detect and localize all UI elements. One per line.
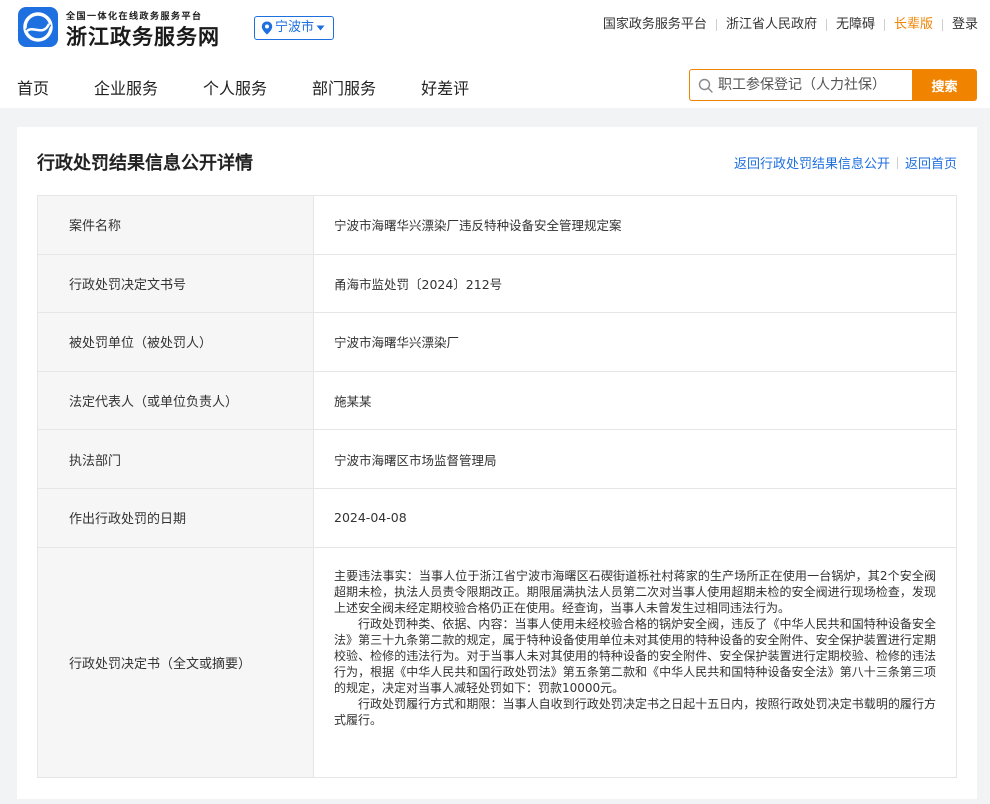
- divider: [896, 156, 898, 169]
- row-label: 案件名称: [38, 196, 314, 254]
- search-bar: 搜索: [689, 69, 977, 101]
- row-label: 行政处罚决定书（全文或摘要）: [38, 547, 314, 777]
- nav-personal-services[interactable]: 个人服务: [203, 75, 267, 99]
- back-links: 返回行政处罚结果信息公开 返回首页: [734, 153, 957, 172]
- city-label: 宁波市: [275, 20, 315, 35]
- detail-card: 行政处罚结果信息公开详情 返回行政处罚结果信息公开 返回首页 案件名称 宁波市海…: [17, 127, 977, 799]
- search-box: [689, 69, 912, 101]
- row-value: 2024-04-08: [314, 488, 957, 547]
- decision-paragraph-basis: 行政处罚种类、依据、内容：当事人使用未经校验合格的锅炉安全阀，违反了《中华人民共…: [334, 616, 936, 695]
- back-to-list-link[interactable]: 返回行政处罚结果信息公开: [734, 153, 890, 172]
- row-label: 执法部门: [38, 430, 314, 488]
- site-logo-icon[interactable]: [18, 7, 58, 47]
- row-value: 施某某: [314, 371, 957, 430]
- top-header: 全国一体化在线政务服务平台 浙江政务服务网 宁波市 国家政务服务平台 浙江省人民…: [0, 0, 990, 108]
- row-label: 法定代表人（或单位负责人）: [38, 371, 314, 430]
- back-to-home-link[interactable]: 返回首页: [905, 153, 957, 172]
- decision-paragraph-facts: 主要违法事实：当事人位于浙江省宁波市海曙区石碶街道栎社村蒋家的生产场所正在使用一…: [334, 568, 936, 615]
- page-title: 行政处罚结果信息公开详情: [37, 153, 253, 174]
- nav-home[interactable]: 首页: [17, 75, 49, 99]
- logo-title[interactable]: 浙江政务服务网: [66, 21, 220, 51]
- table-row: 行政处罚决定文书号 甬海市监处罚〔2024〕212号: [38, 254, 957, 314]
- row-value: 宁波市海曙区市场监督管理局: [314, 430, 957, 488]
- row-label: 行政处罚决定文书号: [38, 254, 314, 313]
- table-row: 被处罚单位（被处罚人） 宁波市海曙华兴漂染厂: [38, 313, 957, 372]
- link-national-platform[interactable]: 国家政务服务平台: [594, 17, 716, 33]
- table-row: 案件名称 宁波市海曙华兴漂染厂违反特种设备安全管理规定案: [38, 196, 957, 255]
- table-row-decision: 行政处罚决定书（全文或摘要） 主要违法事实：当事人位于浙江省宁波市海曙区石碶街道…: [38, 547, 957, 778]
- detail-table: 案件名称 宁波市海曙华兴漂染厂违反特种设备安全管理规定案 行政处罚决定文书号 甬…: [37, 195, 957, 778]
- decision-content: 主要违法事实：当事人位于浙江省宁波市海曙区石碶街道栎社村蒋家的生产场所正在使用一…: [314, 547, 957, 777]
- row-value: 宁波市海曙华兴漂染厂: [314, 313, 957, 371]
- link-elder-version[interactable]: 长辈版: [885, 17, 942, 33]
- row-value: 宁波市海曙华兴漂染厂违反特种设备安全管理规定案: [314, 196, 957, 254]
- table-row: 法定代表人（或单位负责人） 施某某: [38, 371, 957, 431]
- search-icon: [698, 78, 713, 93]
- nav-department-services[interactable]: 部门服务: [312, 75, 376, 99]
- row-label: 被处罚单位（被处罚人）: [38, 313, 314, 371]
- row-label: 作出行政处罚的日期: [38, 488, 314, 547]
- main-nav: 首页 企业服务 个人服务 部门服务 好差评: [17, 75, 514, 99]
- decision-paragraph-execution: 行政处罚履行方式和期限：当事人自收到行政处罚决定书之日起十五日内，按照行政处罚决…: [334, 696, 936, 727]
- nav-enterprise-services[interactable]: 企业服务: [94, 75, 158, 99]
- login-link[interactable]: 登录: [943, 17, 978, 33]
- search-input[interactable]: [718, 77, 908, 93]
- table-row: 执法部门 宁波市海曙区市场监督管理局: [38, 430, 957, 489]
- table-row: 作出行政处罚的日期 2024-04-08: [38, 488, 957, 548]
- search-button[interactable]: 搜索: [912, 69, 977, 101]
- link-zhejiang-government[interactable]: 浙江省人民政府: [717, 17, 826, 33]
- link-accessibility[interactable]: 无障碍: [827, 17, 884, 33]
- row-value: 甬海市监处罚〔2024〕212号: [314, 254, 957, 313]
- nav-feedback[interactable]: 好差评: [421, 75, 469, 99]
- caret-down-icon: [316, 25, 325, 31]
- location-pin-icon: [261, 21, 273, 35]
- city-selector[interactable]: 宁波市: [254, 16, 335, 40]
- top-links: 国家政务服务平台 浙江省人民政府 无障碍 长辈版 登录: [594, 17, 978, 33]
